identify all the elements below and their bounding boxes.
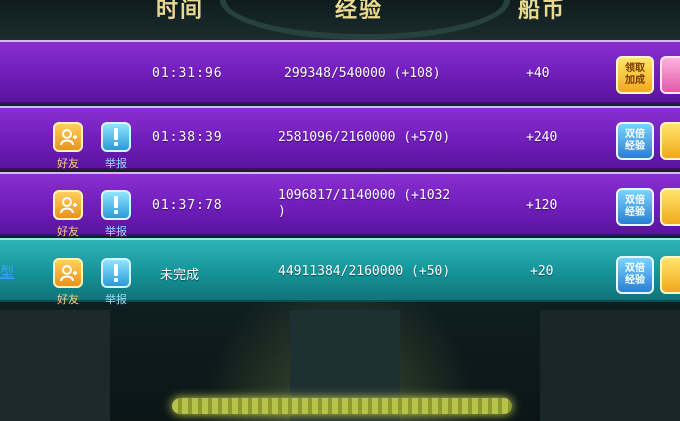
row-exp-line2: )	[278, 204, 286, 219]
double-exp-label: 双倍 经验	[625, 195, 645, 218]
row-gold: +240	[526, 130, 558, 145]
result-row-4: 型 好友 举报 未完成 44911384/2160000 (+50) +20 双…	[0, 238, 680, 306]
extra-button[interactable]	[660, 122, 680, 160]
header-gold: 船币	[518, 0, 567, 23]
result-row-3: 好友 举报 01:37:78 1096817/1140000 (+1032 ) …	[0, 172, 680, 238]
extra-button[interactable]	[660, 256, 680, 294]
friend-label: 好友	[57, 157, 79, 170]
row-gold: +120	[526, 198, 558, 213]
report-label: 举报	[105, 157, 127, 170]
result-row-1: 01:31:96 299348/540000 (+108) +40 领取 加成	[0, 40, 680, 104]
results-header: 时间 经验 船币	[0, 0, 680, 40]
double-exp-button[interactable]: 双倍 经验	[616, 188, 654, 226]
row-time: 01:38:39	[152, 130, 223, 145]
exclamation-icon	[114, 128, 118, 146]
add-friend-icon	[60, 197, 77, 214]
extra-button[interactable]	[660, 56, 680, 94]
background-panel-right	[540, 310, 680, 421]
background-panel-left	[0, 310, 110, 421]
report-label: 举报	[105, 293, 127, 306]
row-exp-line1: 1096817/1140000 (+1032	[278, 188, 451, 203]
header-exp: 经验	[335, 0, 384, 23]
extra-button[interactable]	[660, 188, 680, 226]
exclamation-icon	[114, 264, 118, 282]
add-friend-button[interactable]	[53, 122, 83, 152]
add-friend-button[interactable]	[53, 190, 83, 220]
friend-label: 好友	[57, 225, 79, 238]
double-exp-button[interactable]: 双倍 经验	[616, 122, 654, 160]
report-button[interactable]	[101, 258, 131, 288]
row-exp: 2581096/2160000 (+570)	[278, 130, 451, 145]
friend-label: 好友	[57, 293, 79, 306]
result-row-2: 好友 举报 01:38:39 2581096/2160000 (+570) +2…	[0, 106, 680, 170]
add-friend-icon	[60, 265, 77, 282]
row-gold: +40	[526, 66, 550, 81]
add-friend-icon	[60, 129, 77, 146]
report-button[interactable]	[101, 122, 131, 152]
exclamation-icon	[114, 196, 118, 214]
player-name-link[interactable]: 型	[0, 262, 14, 282]
row-time: 01:31:96	[152, 66, 223, 81]
double-exp-button[interactable]: 双倍 经验	[616, 256, 654, 294]
double-exp-label: 双倍 经验	[625, 263, 645, 286]
add-friend-button[interactable]	[53, 258, 83, 288]
row-exp: 44911384/2160000 (+50)	[278, 264, 451, 279]
report-label: 举报	[105, 225, 127, 238]
row-gold: +20	[530, 264, 554, 279]
claim-bonus-label: 领取 加成	[625, 63, 645, 86]
double-exp-label: 双倍 经验	[625, 129, 645, 152]
claim-bonus-button[interactable]: 领取 加成	[616, 56, 654, 94]
header-time: 时间	[156, 0, 205, 23]
row-time: 未完成	[160, 268, 200, 283]
bottom-glow-bar	[172, 398, 512, 414]
row-time: 01:37:78	[152, 198, 223, 213]
report-button[interactable]	[101, 190, 131, 220]
row-exp: 299348/540000 (+108)	[284, 66, 441, 81]
